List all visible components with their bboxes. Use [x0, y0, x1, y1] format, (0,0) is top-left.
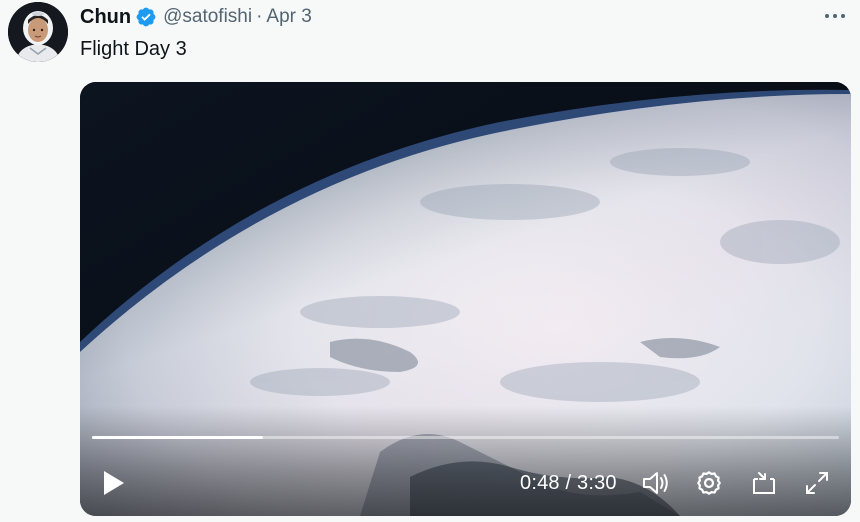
display-name[interactable]: Chun: [80, 6, 131, 29]
video-progress-fill: [92, 436, 264, 439]
volume-icon: [643, 472, 668, 494]
more-options-button[interactable]: [822, 6, 848, 26]
tweet-date[interactable]: Apr 3: [266, 6, 311, 28]
tweet-text: Flight Day 3: [80, 38, 187, 60]
verified-badge-icon: [135, 6, 157, 28]
settings-button[interactable]: [694, 468, 724, 498]
more-horizontal-icon: [825, 14, 829, 18]
video-player[interactable]: 0:48 / 3:30: [80, 82, 851, 516]
picture-in-picture-icon: [753, 472, 775, 494]
avatar[interactable]: [8, 2, 68, 62]
picture-in-picture-button[interactable]: [749, 468, 779, 498]
settings-icon: [697, 471, 721, 495]
fullscreen-button[interactable]: [802, 468, 832, 498]
user-handle[interactable]: @satofishi: [163, 6, 252, 28]
volume-button[interactable]: [640, 468, 672, 498]
separator-dot: ·: [256, 6, 263, 27]
video-time: 0:48 / 3:30: [520, 472, 617, 494]
controls-overlay: [80, 406, 851, 516]
play-button[interactable]: [98, 468, 128, 498]
video-progress-bar[interactable]: [92, 436, 839, 439]
tweet: Chun @satofishi · Apr 3 Flight Day 3 0:4…: [0, 0, 860, 522]
astronaut-avatar-icon: [8, 2, 68, 62]
play-icon: [104, 471, 124, 495]
tweet-header: Chun @satofishi · Apr 3: [80, 5, 312, 29]
fullscreen-icon: [806, 472, 828, 494]
